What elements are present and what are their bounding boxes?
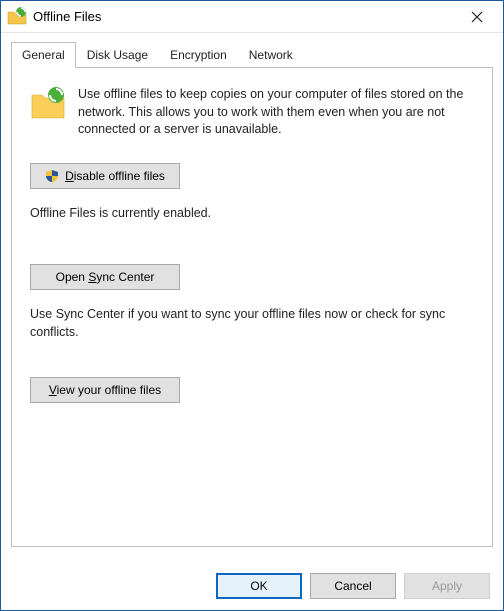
general-panel: Use offline files to keep copies on your… — [11, 67, 493, 547]
titlebar: Offline Files — [1, 1, 503, 33]
intro-text: Use offline files to keep copies on your… — [78, 86, 474, 139]
close-button[interactable] — [457, 3, 497, 31]
open-sync-center-button[interactable]: Open Sync Center — [30, 264, 180, 290]
tab-network[interactable]: Network — [238, 42, 304, 68]
tab-disk-usage[interactable]: Disk Usage — [76, 42, 159, 68]
tab-general[interactable]: General — [11, 42, 76, 68]
window-title: Offline Files — [33, 9, 101, 24]
tab-encryption[interactable]: Encryption — [159, 42, 238, 68]
view-offline-files-button[interactable]: View your offline files — [30, 377, 180, 403]
close-icon — [471, 11, 483, 23]
disable-offline-files-button[interactable]: Disable offline files — [30, 163, 180, 189]
dialog-button-row: OK Cancel Apply — [216, 573, 490, 599]
tabstrip: General Disk Usage Encryption Network — [11, 41, 493, 67]
sync-description: Use Sync Center if you want to sync your… — [30, 306, 474, 341]
shield-icon — [45, 169, 59, 183]
cancel-button[interactable]: Cancel — [310, 573, 396, 599]
view-button-label: View your offline files — [49, 383, 161, 397]
offline-folder-icon — [30, 86, 66, 122]
status-text: Offline Files is currently enabled. — [30, 205, 474, 223]
ok-button[interactable]: OK — [216, 573, 302, 599]
apply-button[interactable]: Apply — [404, 573, 490, 599]
sync-button-label: Open Sync Center — [56, 270, 155, 284]
disable-button-label: Disable offline files — [65, 169, 165, 183]
app-icon — [7, 7, 27, 27]
